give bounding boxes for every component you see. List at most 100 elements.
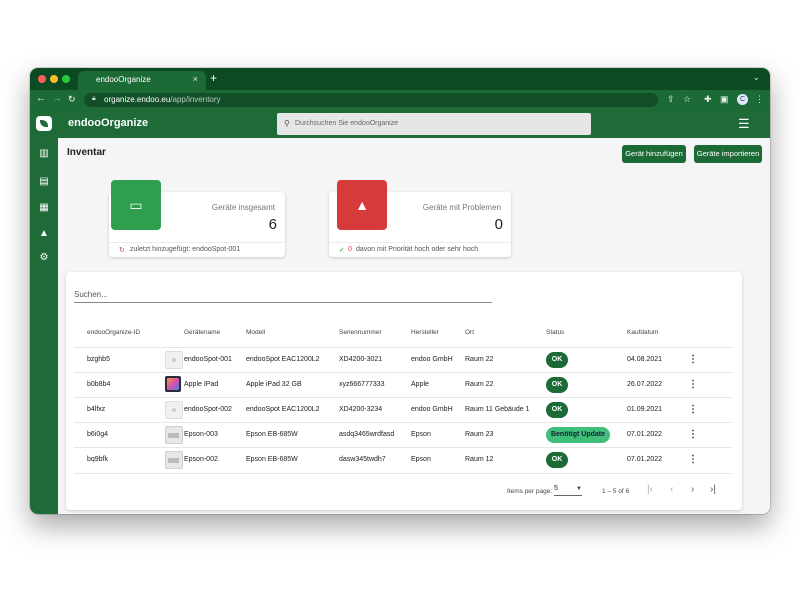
dashboard-chart-icon[interactable]: ▥ — [38, 148, 50, 160]
row-more-icon[interactable]: ⋮ — [688, 379, 698, 390]
cell-date: 26.07.2022 — [627, 381, 663, 388]
close-window-dot[interactable] — [38, 75, 46, 83]
table-row[interactable]: b6i0g4 Epson-003 Epson EB-685W asdq3465w… — [74, 422, 732, 448]
lock-icon: 🔒︎ — [92, 95, 96, 102]
tab-title: endooOrganize — [96, 75, 151, 84]
ticket-icon[interactable]: ▦ — [38, 202, 50, 214]
star-icon[interactable]: ☆ — [683, 94, 691, 105]
url-text: organize.endoo.eu/app/inventory — [104, 95, 221, 104]
profile-avatar[interactable]: C — [737, 94, 748, 105]
last-added-text: zuletzt hinzugefügt: endooSpot-001 — [130, 246, 241, 253]
cell-maker: Epson — [411, 431, 431, 438]
total-devices-label: Geräte insgesamt — [211, 203, 275, 212]
status-badge: Benötigt Update — [546, 427, 610, 443]
app-brand: endooOrganize — [68, 117, 149, 129]
global-search-input[interactable]: ⚲ Durchsuchen Sie endooOrganize — [277, 113, 591, 135]
back-button[interactable]: ← — [36, 93, 46, 104]
row-more-icon[interactable]: ⋮ — [688, 429, 698, 440]
device-thumbnail — [165, 451, 183, 469]
cell-date: 04.08.2021 — [627, 356, 663, 363]
device-thumbnail — [165, 426, 183, 444]
items-per-page-select[interactable]: 5 ▼ — [554, 484, 582, 496]
browser-tab[interactable]: endooOrganize × — [78, 71, 206, 90]
endoo-logo-icon[interactable] — [36, 116, 52, 131]
table-row[interactable]: bzghb5 endooSpot-001 endooSpot EAC1200L2… — [74, 347, 732, 373]
forward-button[interactable]: → — [52, 93, 62, 104]
table-search-input[interactable]: Suchen... — [74, 288, 492, 303]
last-page-button[interactable]: ›| — [710, 484, 716, 495]
cell-location: Raum 23 — [465, 431, 494, 438]
row-more-icon[interactable]: ⋮ — [688, 404, 698, 415]
table-row[interactable]: b4lfxz endooSpot-002 endooSpot EAC1200L2… — [74, 397, 732, 423]
kebab-menu-icon[interactable]: ⋮ — [755, 94, 764, 105]
status-badge: OK — [546, 402, 568, 418]
hamburger-menu-icon[interactable]: ☰ — [738, 116, 750, 132]
cell-name: endooSpot-001 — [184, 356, 232, 363]
sidepanel-icon[interactable]: ▣ — [720, 94, 729, 105]
cell-id: bq9bfk — [87, 456, 109, 463]
total-devices-value: 6 — [268, 216, 277, 233]
cell-id: b6i0g4 — [87, 431, 109, 438]
search-icon: ⚲ — [284, 119, 290, 128]
row-more-icon[interactable]: ⋮ — [688, 354, 698, 365]
new-tab-button[interactable]: + — [210, 71, 217, 85]
column-header-maker[interactable]: Hersteller — [411, 329, 439, 336]
column-header-serial[interactable]: Seriennummer — [339, 329, 382, 336]
cell-model: endooSpot EAC1200L2 — [246, 406, 320, 413]
add-device-button[interactable]: Gerät hinzufügen — [622, 145, 686, 163]
check-icon: ✓ — [339, 247, 345, 254]
pagination-range: 1 – 5 of 6 — [602, 488, 630, 495]
items-per-page-label: Items per page: — [507, 488, 553, 495]
problem-devices-card: ▲ Geräte mit Problemen 0 ✓ 0 davon mit P… — [329, 180, 511, 257]
import-devices-button[interactable]: Geräte importieren — [694, 145, 762, 163]
chevron-down-icon[interactable]: ⌄ — [752, 72, 760, 83]
cell-model: endooSpot EAC1200L2 — [246, 356, 320, 363]
gear-icon[interactable]: ⚙ — [38, 252, 50, 264]
column-header-status[interactable]: Status — [546, 329, 564, 336]
device-thumbnail — [165, 376, 181, 392]
warning-icon: ▲ — [337, 180, 387, 230]
zoom-window-dot[interactable] — [62, 75, 70, 83]
cell-id: b4lfxz — [87, 406, 106, 413]
column-header-location[interactable]: Ort — [465, 329, 474, 336]
table-row[interactable]: bq9bfk Epson-002 Epson EB-685W dasw345tw… — [74, 447, 732, 474]
global-search-placeholder: Durchsuchen Sie endooOrganize — [295, 120, 399, 127]
row-more-icon[interactable]: ⋮ — [688, 454, 698, 465]
column-header-date[interactable]: Kaufdatum — [627, 329, 658, 336]
status-badge: OK — [546, 377, 568, 393]
app-header: endooOrganize ⚲ Durchsuchen Sie endooOrg… — [30, 110, 770, 138]
problem-devices-value: 0 — [494, 216, 503, 233]
cell-serial: XD4200-3234 — [339, 406, 383, 413]
sidebar: ▥ ▤ ▦ ▲ ⚙ — [30, 138, 58, 514]
refresh-icon: ↻ — [119, 247, 125, 254]
priority-count: 0 — [348, 246, 352, 253]
next-page-button[interactable]: › — [691, 484, 694, 495]
column-header-model[interactable]: Modell — [246, 329, 265, 336]
table-row[interactable]: b0b8b4 Apple IPad Apple iPad 32 GB xyz66… — [74, 372, 732, 398]
cell-serial: XD4200-3021 — [339, 356, 383, 363]
school-icon[interactable]: ▲ — [38, 228, 50, 240]
cell-name: Epson-002 — [184, 456, 218, 463]
cell-serial: xyz666777333 — [339, 381, 385, 388]
prev-page-button[interactable]: ‹ — [670, 484, 673, 495]
close-icon[interactable]: × — [193, 74, 198, 84]
devices-icon: ▭ — [111, 180, 161, 230]
cell-model: Epson EB-685W — [246, 431, 298, 438]
column-header-id[interactable]: endooOrganize-ID — [87, 329, 140, 336]
cell-name: Apple IPad — [184, 381, 219, 388]
cell-maker: Epson — [411, 456, 431, 463]
share-icon[interactable]: ⇪ — [667, 94, 675, 105]
reload-button[interactable]: ↻ — [68, 94, 76, 105]
inventory-table-card: Suchen... endooOrganize-ID Gerätename Mo… — [66, 272, 742, 510]
extensions-icon[interactable]: ✚ — [704, 94, 712, 105]
address-bar[interactable]: 🔒︎ organize.endoo.eu/app/inventory — [84, 93, 658, 107]
cell-date: 01.09.2021 — [627, 406, 663, 413]
column-header-name[interactable]: Gerätename — [184, 329, 220, 336]
first-page-button[interactable]: |‹ — [647, 484, 653, 495]
minimize-window-dot[interactable] — [50, 75, 58, 83]
cell-name: Epson-003 — [184, 431, 218, 438]
page-title: Inventar — [67, 147, 106, 158]
cell-model: Apple iPad 32 GB — [246, 381, 302, 388]
inventory-box-icon[interactable]: ▤ — [38, 176, 50, 188]
tab-strip: endooOrganize × + ⌄ — [30, 68, 770, 90]
